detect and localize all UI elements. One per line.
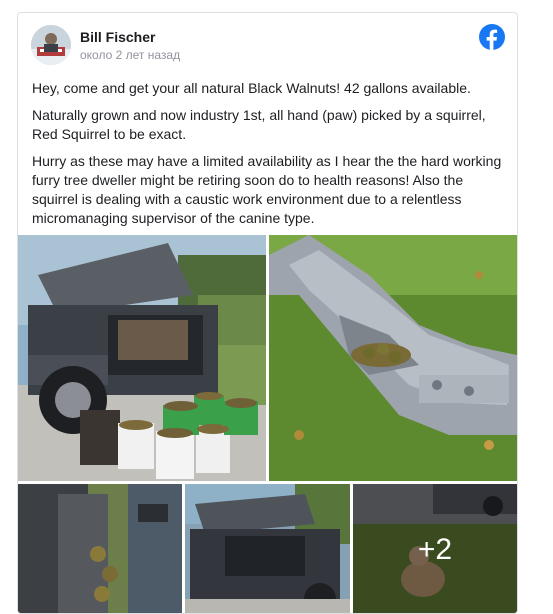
facebook-icon[interactable] bbox=[479, 24, 505, 50]
photo-dog-more[interactable]: +2 bbox=[353, 484, 517, 613]
post-paragraph: Hurry as these may have a limited availa… bbox=[32, 153, 502, 226]
more-photos-overlay[interactable]: +2 bbox=[353, 484, 517, 613]
author-avatar[interactable] bbox=[31, 25, 71, 65]
author-name[interactable]: Bill Fischer bbox=[80, 29, 155, 45]
post-paragraph: Naturally grown and now industry 1st, al… bbox=[32, 107, 486, 142]
photo-hood-walnuts[interactable] bbox=[269, 235, 517, 481]
post-text: Hey, come and get your all natural Black… bbox=[32, 79, 508, 236]
post-paragraph: Hey, come and get your all natural Black… bbox=[32, 80, 471, 96]
post-timestamp[interactable]: около 2 лет назад bbox=[80, 48, 180, 62]
more-photos-count: +2 bbox=[417, 532, 453, 566]
photo-nuts-closeup[interactable] bbox=[18, 484, 182, 613]
photo-grid: +2 bbox=[18, 235, 517, 613]
photo-truck-front[interactable] bbox=[185, 484, 350, 613]
post-card: Bill Fischer около 2 лет назад Hey, come… bbox=[17, 12, 518, 614]
post-header: Bill Fischer около 2 лет назад bbox=[18, 13, 517, 75]
photo-truck-buckets[interactable] bbox=[18, 235, 266, 481]
